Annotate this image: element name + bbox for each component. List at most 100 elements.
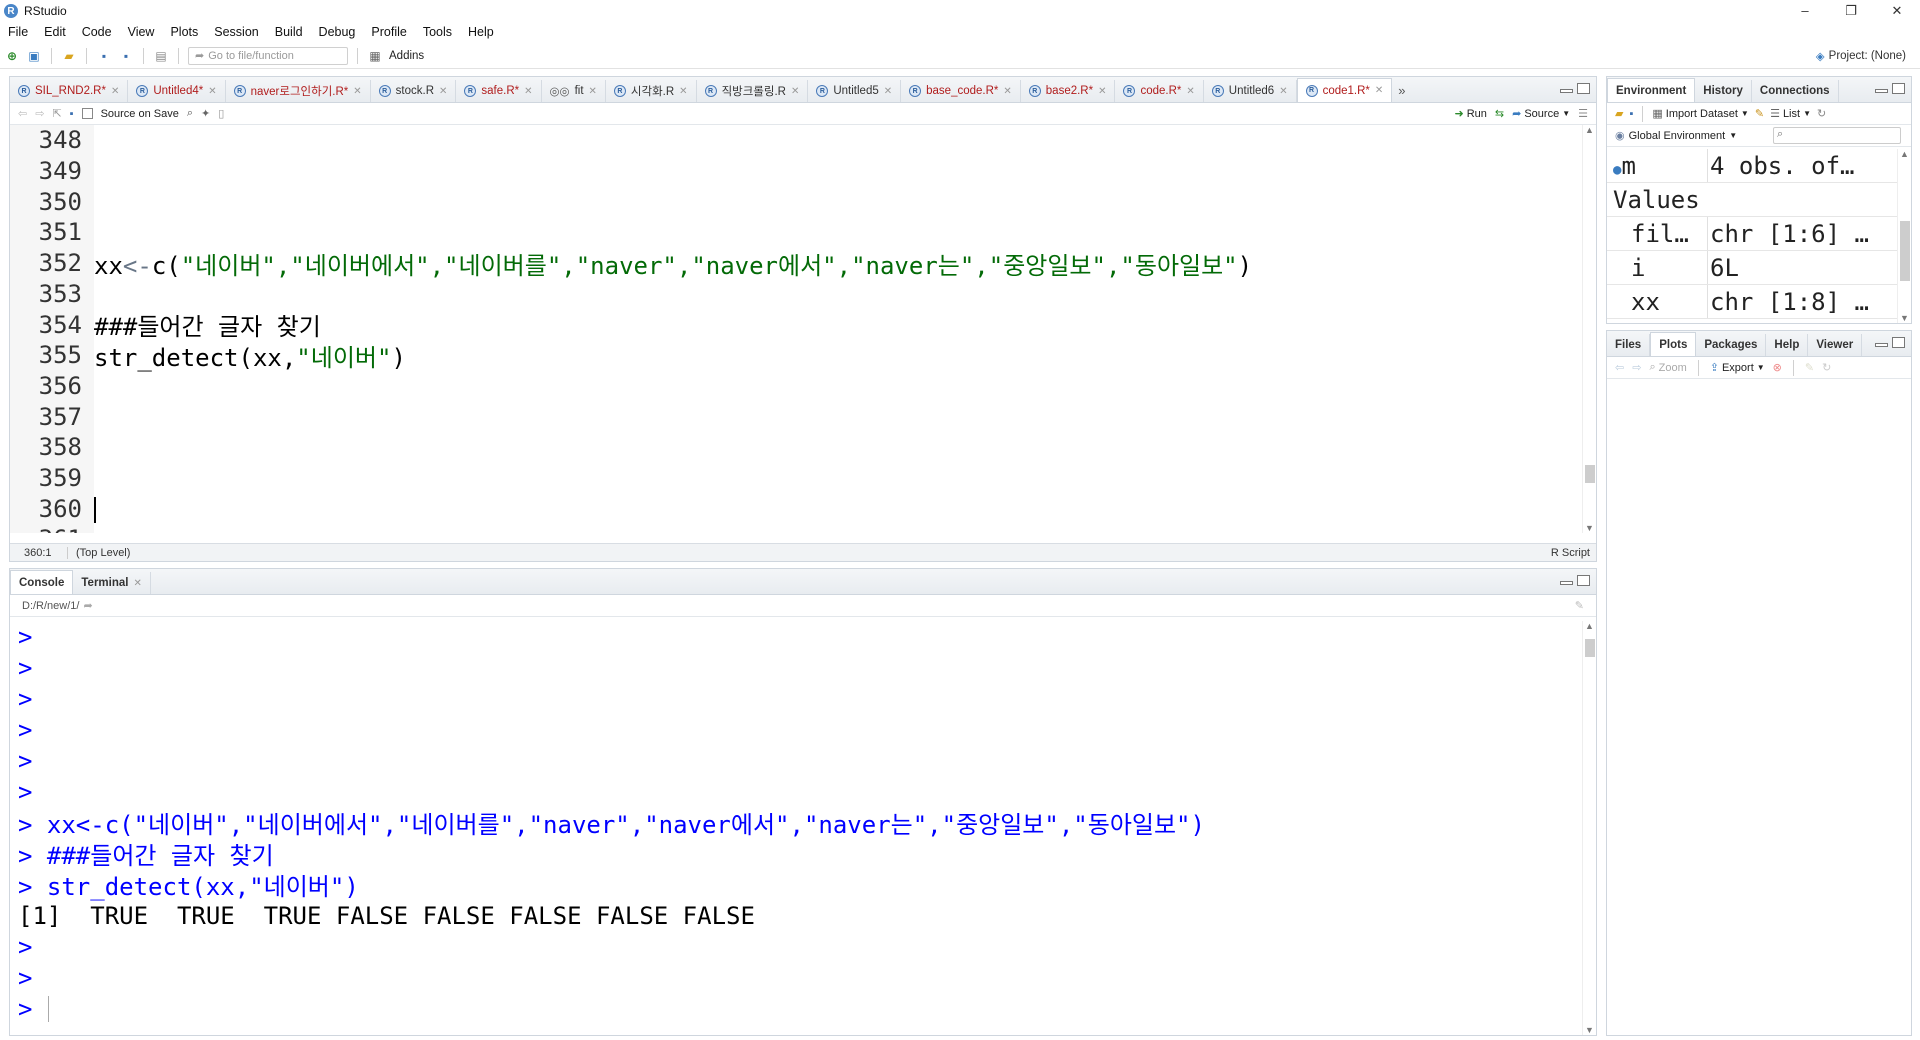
- tab-untitled6[interactable]: R Untitled6 ✕: [1204, 80, 1297, 102]
- scrollbar-thumb[interactable]: [1585, 465, 1595, 483]
- outline-icon[interactable]: ☰: [1578, 107, 1596, 120]
- scope-selector[interactable]: ◉ Global Environment ▼: [1615, 129, 1737, 143]
- menu-tools[interactable]: Tools: [415, 25, 460, 39]
- maximize-button[interactable]: ❐: [1828, 0, 1874, 22]
- open-folder-icon[interactable]: ▰: [61, 48, 77, 64]
- menu-edit[interactable]: Edit: [36, 25, 74, 39]
- tab-code1[interactable]: Rcode1.R* ✕: [1296, 78, 1393, 102]
- back-arrow-icon[interactable]: ⇦: [18, 107, 27, 120]
- refresh-icon[interactable]: ↻: [1822, 361, 1831, 374]
- tab-code[interactable]: Rcode.R* ✕: [1115, 80, 1204, 102]
- scroll-down-icon[interactable]: ▼: [1585, 523, 1594, 533]
- scroll-up-icon[interactable]: ▲: [1900, 149, 1909, 159]
- console-prompt-line[interactable]: >: [18, 993, 50, 1024]
- tab-help[interactable]: Help: [1766, 334, 1809, 356]
- close-icon[interactable]: ✕: [1098, 86, 1106, 97]
- maximize-pane-icon[interactable]: [1892, 337, 1905, 348]
- goto-file-input[interactable]: ➦ Go to file/function: [188, 46, 348, 65]
- tab-base-code[interactable]: Rbase_code.R* ✕: [901, 80, 1021, 102]
- close-icon[interactable]: ✕: [524, 86, 532, 97]
- maximize-pane-icon[interactable]: [1577, 575, 1590, 586]
- new-project-icon[interactable]: ▣: [26, 48, 42, 64]
- project-menu[interactable]: ◈ Project: (None): [1816, 49, 1906, 63]
- compile-report-icon[interactable]: ▯: [218, 107, 224, 120]
- maximize-pane-icon[interactable]: [1577, 83, 1590, 94]
- close-icon[interactable]: ✕: [1375, 85, 1383, 96]
- scroll-up-icon[interactable]: ▲: [1585, 125, 1594, 135]
- scroll-down-icon[interactable]: ▼: [1900, 313, 1909, 323]
- tab-stock[interactable]: Rstock.R ✕: [371, 80, 457, 102]
- menu-code[interactable]: Code: [74, 25, 120, 39]
- tab-terminal[interactable]: Terminal ✕: [73, 572, 151, 594]
- minimize-pane-icon[interactable]: [1875, 343, 1888, 347]
- print-icon[interactable]: ▤: [153, 48, 169, 64]
- environment-search-input[interactable]: ⌕: [1773, 127, 1901, 144]
- search-icon[interactable]: ⌕: [187, 107, 193, 120]
- menu-session[interactable]: Session: [206, 25, 266, 39]
- scroll-down-icon[interactable]: ▼: [1585, 1025, 1594, 1035]
- close-icon[interactable]: ✕: [589, 86, 597, 97]
- close-icon[interactable]: ✕: [791, 86, 799, 97]
- forward-arrow-icon[interactable]: ⇨: [35, 107, 44, 120]
- load-workspace-icon[interactable]: ▰: [1615, 107, 1623, 120]
- minimize-pane-icon[interactable]: [1560, 89, 1573, 93]
- env-scrollbar[interactable]: ▲ ▼: [1897, 149, 1911, 323]
- close-window-button[interactable]: ✕: [1874, 0, 1920, 22]
- scrollbar-thumb[interactable]: [1585, 639, 1595, 657]
- minimize-pane-icon[interactable]: [1560, 581, 1573, 585]
- save-all-icon[interactable]: ▪: [118, 48, 134, 64]
- menu-file[interactable]: File: [0, 25, 36, 39]
- env-row-data[interactable]: ●m 4 obs. of…: [1607, 149, 1897, 183]
- rerun-icon[interactable]: ⇆: [1495, 107, 1504, 120]
- save-workspace-icon[interactable]: ▪: [1629, 108, 1633, 120]
- close-icon[interactable]: ✕: [208, 86, 216, 97]
- close-icon[interactable]: ✕: [111, 86, 119, 97]
- show-in-window-icon[interactable]: ⇱: [52, 107, 61, 120]
- tab-sil-rnd2[interactable]: R SIL_RND2.R* ✕: [10, 80, 129, 102]
- close-icon[interactable]: ✕: [439, 86, 447, 97]
- tab-history[interactable]: History: [1695, 80, 1752, 102]
- list-view-button[interactable]: ☰ List ▼: [1770, 107, 1811, 121]
- source-on-save-checkbox[interactable]: [81, 108, 93, 119]
- tab-zigbang-crawling[interactable]: R 직방크롤링.R ✕: [697, 80, 809, 102]
- refresh-icon[interactable]: ↻: [1817, 107, 1826, 120]
- tab-naver-login[interactable]: Rnaver로그인하기.R* ✕: [226, 80, 371, 102]
- close-icon[interactable]: ✕: [1186, 86, 1194, 97]
- scrollbar-thumb[interactable]: [1900, 221, 1910, 281]
- menu-profile[interactable]: Profile: [363, 25, 414, 39]
- console-output[interactable]: > > > > > > > xx<-c("네이버","네이버에서","네이버를"…: [10, 621, 1582, 1035]
- filetype-selector[interactable]: R Script: [1551, 547, 1590, 559]
- tab-packages[interactable]: Packages: [1696, 334, 1767, 356]
- scope-selector[interactable]: (Top Level): [68, 547, 130, 559]
- close-icon[interactable]: ✕: [1003, 86, 1011, 97]
- minimize-pane-icon[interactable]: [1875, 89, 1888, 93]
- tab-files[interactable]: Files: [1607, 334, 1651, 356]
- forward-arrow-icon[interactable]: ⇨: [1632, 361, 1641, 374]
- remove-plot-icon[interactable]: ⊗: [1773, 361, 1782, 374]
- close-icon[interactable]: ✕: [679, 86, 687, 97]
- menu-debug[interactable]: Debug: [311, 25, 364, 39]
- export-button[interactable]: ⇪ Export ▼: [1710, 361, 1765, 375]
- run-button[interactable]: ➜ Run: [1455, 107, 1487, 121]
- menu-build[interactable]: Build: [267, 25, 311, 39]
- maximize-pane-icon[interactable]: [1892, 83, 1905, 94]
- back-arrow-icon[interactable]: ⇦: [1615, 361, 1624, 374]
- broom-icon[interactable]: ✎: [1755, 107, 1764, 120]
- tab-viewer[interactable]: Viewer: [1808, 334, 1863, 356]
- close-icon[interactable]: ✕: [353, 86, 361, 97]
- menu-help[interactable]: Help: [460, 25, 502, 39]
- save-icon[interactable]: ▪: [96, 48, 112, 64]
- tab-fit[interactable]: ◎◎ fit ✕: [542, 80, 606, 102]
- save-icon[interactable]: ▪: [70, 108, 74, 120]
- more-tabs-icon[interactable]: »: [1392, 80, 1411, 102]
- new-file-icon[interactable]: ⊕: [4, 48, 20, 64]
- env-row-value[interactable]: xx chr [1:8] …: [1607, 285, 1897, 319]
- tab-environment[interactable]: Environment: [1607, 78, 1696, 102]
- addins-menu[interactable]: Addins: [389, 50, 424, 62]
- source-button[interactable]: ➦ Source ▼: [1512, 107, 1570, 121]
- tab-plots[interactable]: Plots: [1650, 332, 1697, 356]
- zoom-button[interactable]: ⌕ Zoom: [1649, 361, 1686, 374]
- clear-console-icon[interactable]: ✎: [1575, 599, 1584, 612]
- env-row-value[interactable]: fil… chr [1:6] …: [1607, 217, 1897, 251]
- tab-untitled5[interactable]: R Untitled5 ✕: [808, 80, 902, 102]
